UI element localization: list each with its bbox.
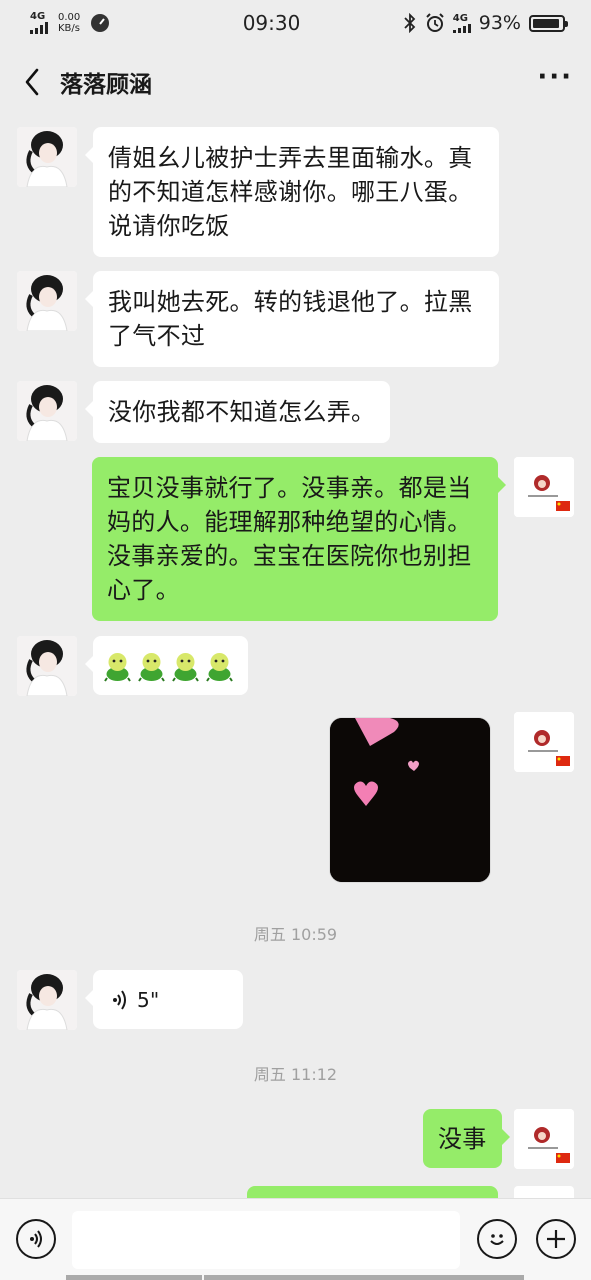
timestamp: 周五 11:12 [253, 1065, 338, 1084]
message-bubble[interactable]: 我叫她去死。转的钱退他了。拉黑了气不过 [85, 271, 499, 367]
pig-emoji-icon [206, 652, 233, 682]
timestamp: 周五 10:59 [253, 925, 338, 944]
speedometer-icon [91, 14, 110, 32]
nav-indicator [66, 1275, 202, 1280]
nav-indicator [204, 1275, 524, 1280]
contact-avatar[interactable] [17, 127, 77, 187]
bluetooth-icon [404, 13, 416, 33]
image-message[interactable] [330, 718, 490, 882]
voice-message[interactable]: 5" [85, 970, 243, 1029]
voice-input-button[interactable] [16, 1219, 56, 1259]
more-functions-button[interactable] [536, 1219, 576, 1259]
my-avatar[interactable] [514, 1109, 574, 1169]
message-bubble[interactable]: 宝贝没事就行了。没事亲。都是当妈的人。能理解那种绝望的心情。没事亲爱的。宝宝在医… [92, 457, 506, 621]
status-time: 09:30 [242, 11, 301, 35]
voice-icon [30, 1230, 42, 1248]
chat-header: 落落顾涵 ··· [0, 46, 591, 118]
chat-title: 落落顾涵 [60, 72, 152, 98]
message-bubble[interactable]: 倩姐幺儿被护士弄去里面输水。真的不知道怎样感谢你。哪王八蛋。说请你吃饭 [85, 127, 499, 257]
contact-avatar[interactable] [17, 970, 77, 1030]
battery-icon [528, 14, 568, 32]
message-bubble[interactable]: 没事 [423, 1109, 510, 1168]
net-speed: 0.00 KB/s [58, 12, 81, 34]
plus-icon [547, 1230, 565, 1248]
contact-avatar[interactable] [17, 381, 77, 441]
message-input[interactable] [72, 1211, 460, 1269]
message-bubble[interactable]: 没你我都不知道怎么弄。 [84, 381, 391, 443]
more-options-button[interactable]: ··· [537, 62, 573, 102]
smiley-icon [490, 1234, 504, 1245]
my-avatar[interactable] [514, 712, 574, 772]
status-bar: 4G 0.00 KB/s 09:30 4G 93% [0, 0, 591, 46]
my-avatar[interactable] [514, 457, 574, 517]
chevron-left-icon [25, 68, 39, 96]
battery-percent: 93% [478, 12, 521, 34]
emoji-button[interactable] [477, 1219, 517, 1259]
back-button[interactable] [18, 62, 46, 102]
cellular-signal-icon: 4G [30, 12, 48, 34]
input-bar [0, 1198, 591, 1280]
contact-avatar[interactable] [17, 271, 77, 331]
pig-emoji-icon [138, 652, 165, 682]
emoji-message[interactable] [85, 636, 248, 695]
network-type-right: 4G [452, 13, 471, 33]
contact-avatar[interactable] [17, 636, 77, 696]
alarm-icon [426, 13, 444, 32]
pig-emoji-icon [172, 652, 199, 682]
voice-duration: 5" [137, 987, 160, 1012]
voice-wave-icon [113, 989, 126, 1010]
pig-emoji-icon [104, 652, 131, 682]
